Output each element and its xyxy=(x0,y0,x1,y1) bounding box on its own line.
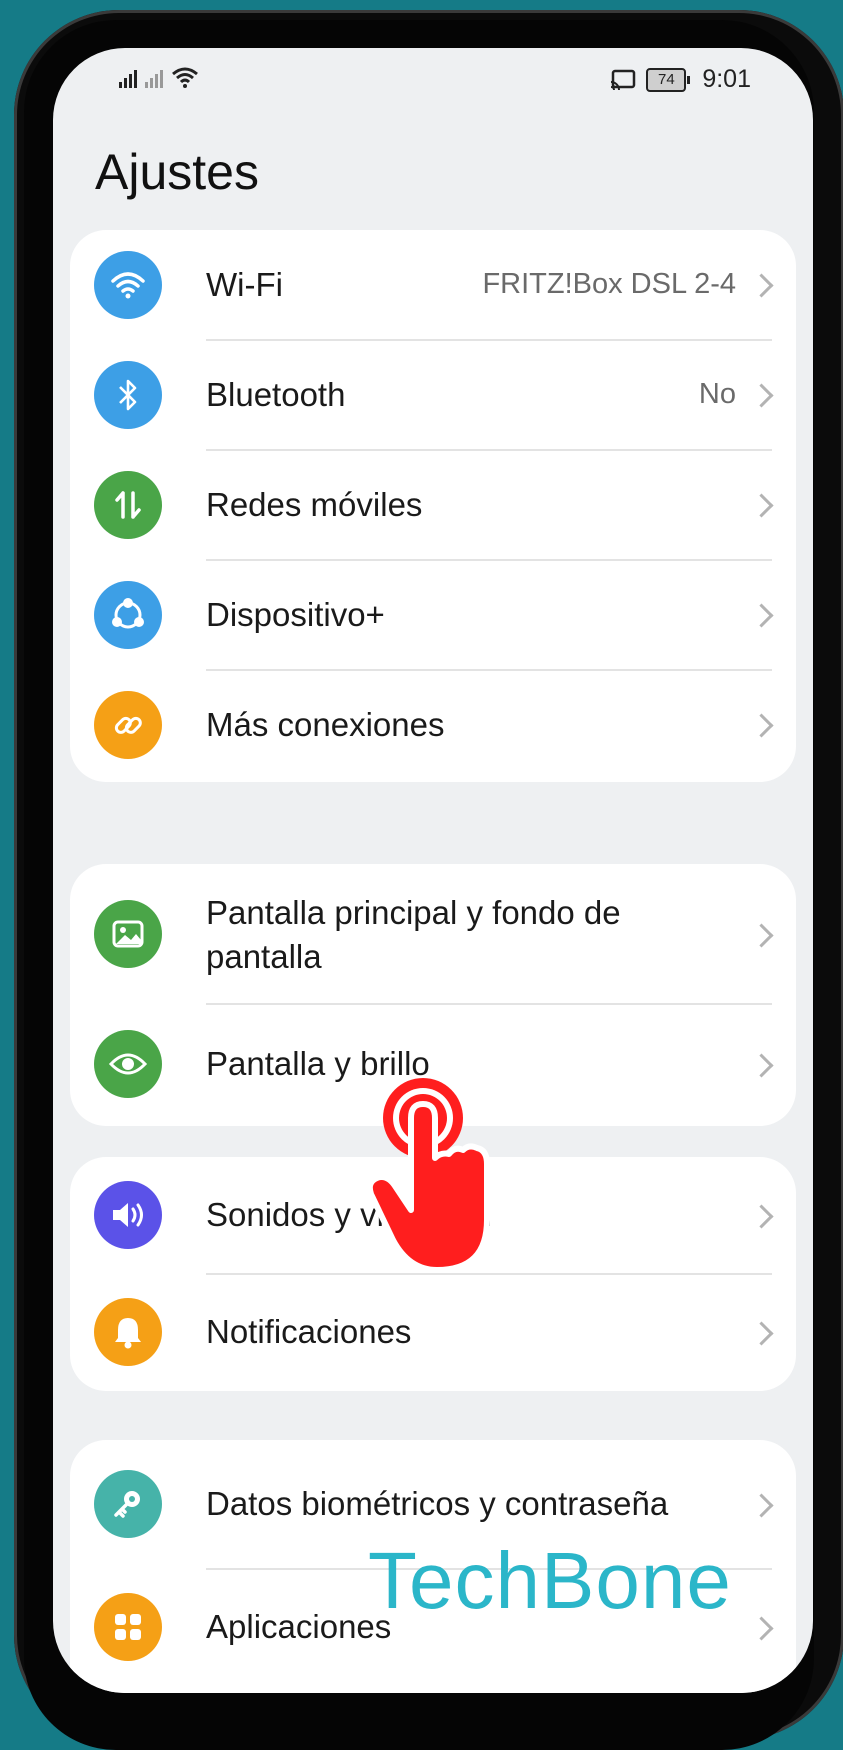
speaker-icon xyxy=(94,1181,162,1249)
mobile-data-icon xyxy=(94,471,162,539)
settings-item-device-plus[interactable]: Dispositivo+ xyxy=(70,560,796,670)
item-label: Más conexiones xyxy=(206,706,445,743)
chevron-right-icon xyxy=(749,713,774,738)
connectivity-group: Wi-Fi FRITZ!Box DSL 2-4 Bluetooth No Red… xyxy=(70,230,796,782)
item-label: Pantalla principal y fondo de pantalla xyxy=(206,894,621,975)
wallpaper-icon xyxy=(94,900,162,968)
signal-icon xyxy=(119,66,137,88)
chevron-right-icon xyxy=(749,1321,774,1346)
clock: 9:01 xyxy=(702,65,751,93)
settings-item-more-connections[interactable]: Más conexiones xyxy=(70,670,796,780)
eye-icon xyxy=(94,1030,162,1098)
chevron-right-icon xyxy=(749,603,774,628)
settings-item-bluetooth[interactable]: Bluetooth No xyxy=(70,340,796,450)
settings-item-wifi[interactable]: Wi-Fi FRITZ!Box DSL 2-4 xyxy=(70,230,796,340)
item-label: Notificaciones xyxy=(206,1313,412,1350)
link-icon xyxy=(94,691,162,759)
chevron-right-icon xyxy=(749,1493,774,1518)
item-label: Bluetooth xyxy=(206,376,346,413)
bluetooth-icon xyxy=(94,361,162,429)
chevron-right-icon xyxy=(749,923,774,948)
status-bar: 74 9:01 xyxy=(53,48,813,118)
settings-screen: 74 9:01 Ajustes Wi-Fi FRITZ!Box DSL 2-4 xyxy=(53,48,813,1693)
item-value: No xyxy=(698,378,736,410)
chevron-right-icon xyxy=(749,1616,774,1641)
battery-icon: 74 xyxy=(646,67,691,92)
wifi-status-icon xyxy=(172,67,198,88)
cast-icon xyxy=(611,69,636,90)
tap-hand-icon xyxy=(366,1078,490,1273)
apps-icon xyxy=(94,1593,162,1661)
settings-item-mobile-networks[interactable]: Redes móviles xyxy=(70,450,796,560)
status-left-icons xyxy=(119,66,199,88)
chevron-right-icon xyxy=(749,1053,774,1078)
settings-item-notifications[interactable]: Notificaciones xyxy=(70,1274,796,1390)
chevron-right-icon xyxy=(749,273,774,298)
item-value: FRITZ!Box DSL 2-4 xyxy=(482,268,736,300)
chevron-right-icon xyxy=(749,1204,774,1229)
chevron-right-icon xyxy=(749,383,774,408)
item-label: Redes móviles xyxy=(206,486,423,523)
key-icon xyxy=(94,1470,162,1538)
wifi-icon xyxy=(94,251,162,319)
chevron-right-icon xyxy=(749,493,774,518)
device-plus-icon xyxy=(94,581,162,649)
status-right-icons: 74 9:01 xyxy=(610,65,751,94)
watermark: TechBone xyxy=(368,1536,732,1625)
item-label: Aplicaciones xyxy=(206,1608,392,1645)
settings-item-home-screen-wallpaper[interactable]: Pantalla principal y fondo de pantalla xyxy=(70,864,796,1004)
bell-icon xyxy=(94,1298,162,1366)
item-label: Wi-Fi xyxy=(206,266,283,303)
item-label: Dispositivo+ xyxy=(206,596,385,633)
page-title: Ajustes xyxy=(95,144,259,200)
item-label: Datos biométricos y contraseña xyxy=(206,1485,669,1522)
signal-2-icon xyxy=(145,66,163,88)
